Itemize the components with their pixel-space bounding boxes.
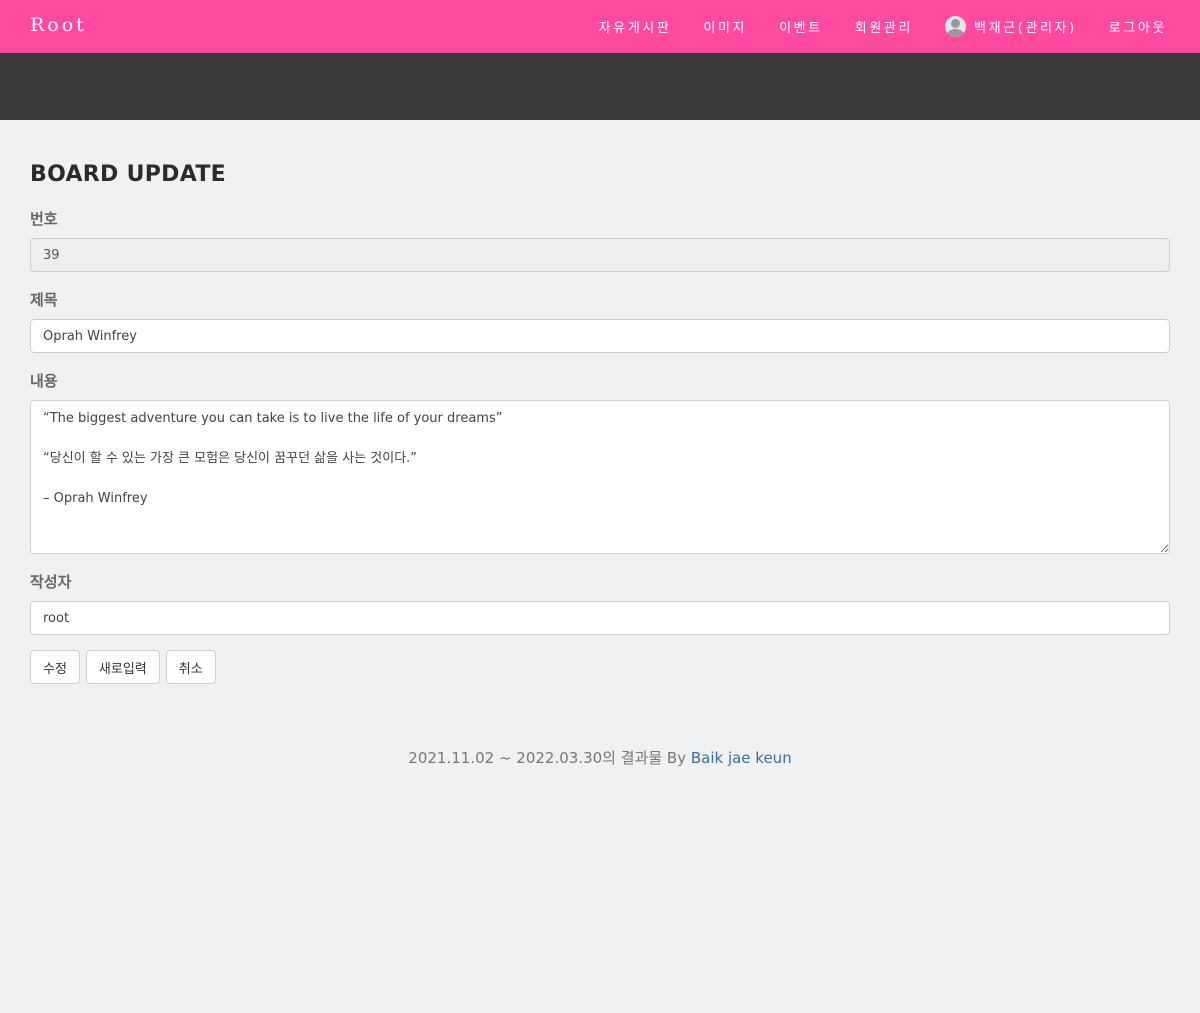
- page-title: BOARD UPDATE: [30, 162, 226, 187]
- writer-label: 작성자: [30, 573, 72, 591]
- subject-label: 제목: [30, 291, 58, 309]
- subject-field[interactable]: [30, 319, 1170, 353]
- content-textarea[interactable]: “The biggest adventure you can take is t…: [30, 400, 1170, 554]
- cancel-button[interactable]: 취소: [165, 650, 216, 684]
- nav-link-free-board[interactable]: 자유게시판: [599, 17, 672, 36]
- update-button[interactable]: 수정: [30, 650, 80, 684]
- nav-link-user-profile[interactable]: 백재근(관리자): [945, 16, 1077, 37]
- footer-author-link[interactable]: Baik jae keun: [691, 749, 792, 767]
- reset-button[interactable]: 새로입력: [85, 650, 160, 684]
- nav-link-logout[interactable]: 로그아웃: [1109, 17, 1167, 36]
- number-field[interactable]: [30, 238, 1170, 272]
- user-avatar-icon: [945, 16, 967, 37]
- brand-logo-link[interactable]: Root: [30, 14, 87, 36]
- user-name-label: 백재근(관리자): [974, 21, 1077, 36]
- nav-link-member-management[interactable]: 회원관리: [855, 17, 913, 36]
- writer-field[interactable]: [30, 601, 1170, 635]
- footer-text: 2021.11.02 ~ 2022.03.30의 결과물 By: [408, 749, 691, 767]
- nav-links: 자유게시판 이미지 이벤트 회원관리 백재근(관리자) 로그아웃: [599, 0, 1167, 53]
- hero-banner: [0, 53, 1200, 120]
- top-navbar: Root 자유게시판 이미지 이벤트 회원관리 백재근(관리자) 로그아웃: [0, 0, 1200, 53]
- footer: 2021.11.02 ~ 2022.03.30의 결과물 By Baik jae…: [0, 747, 1200, 768]
- number-label: 번호: [30, 210, 58, 228]
- nav-link-images[interactable]: 이미지: [703, 17, 747, 36]
- nav-link-events[interactable]: 이벤트: [779, 17, 823, 36]
- content-label: 내용: [30, 372, 58, 390]
- form-button-row: 수정 새로입력 취소: [30, 650, 222, 684]
